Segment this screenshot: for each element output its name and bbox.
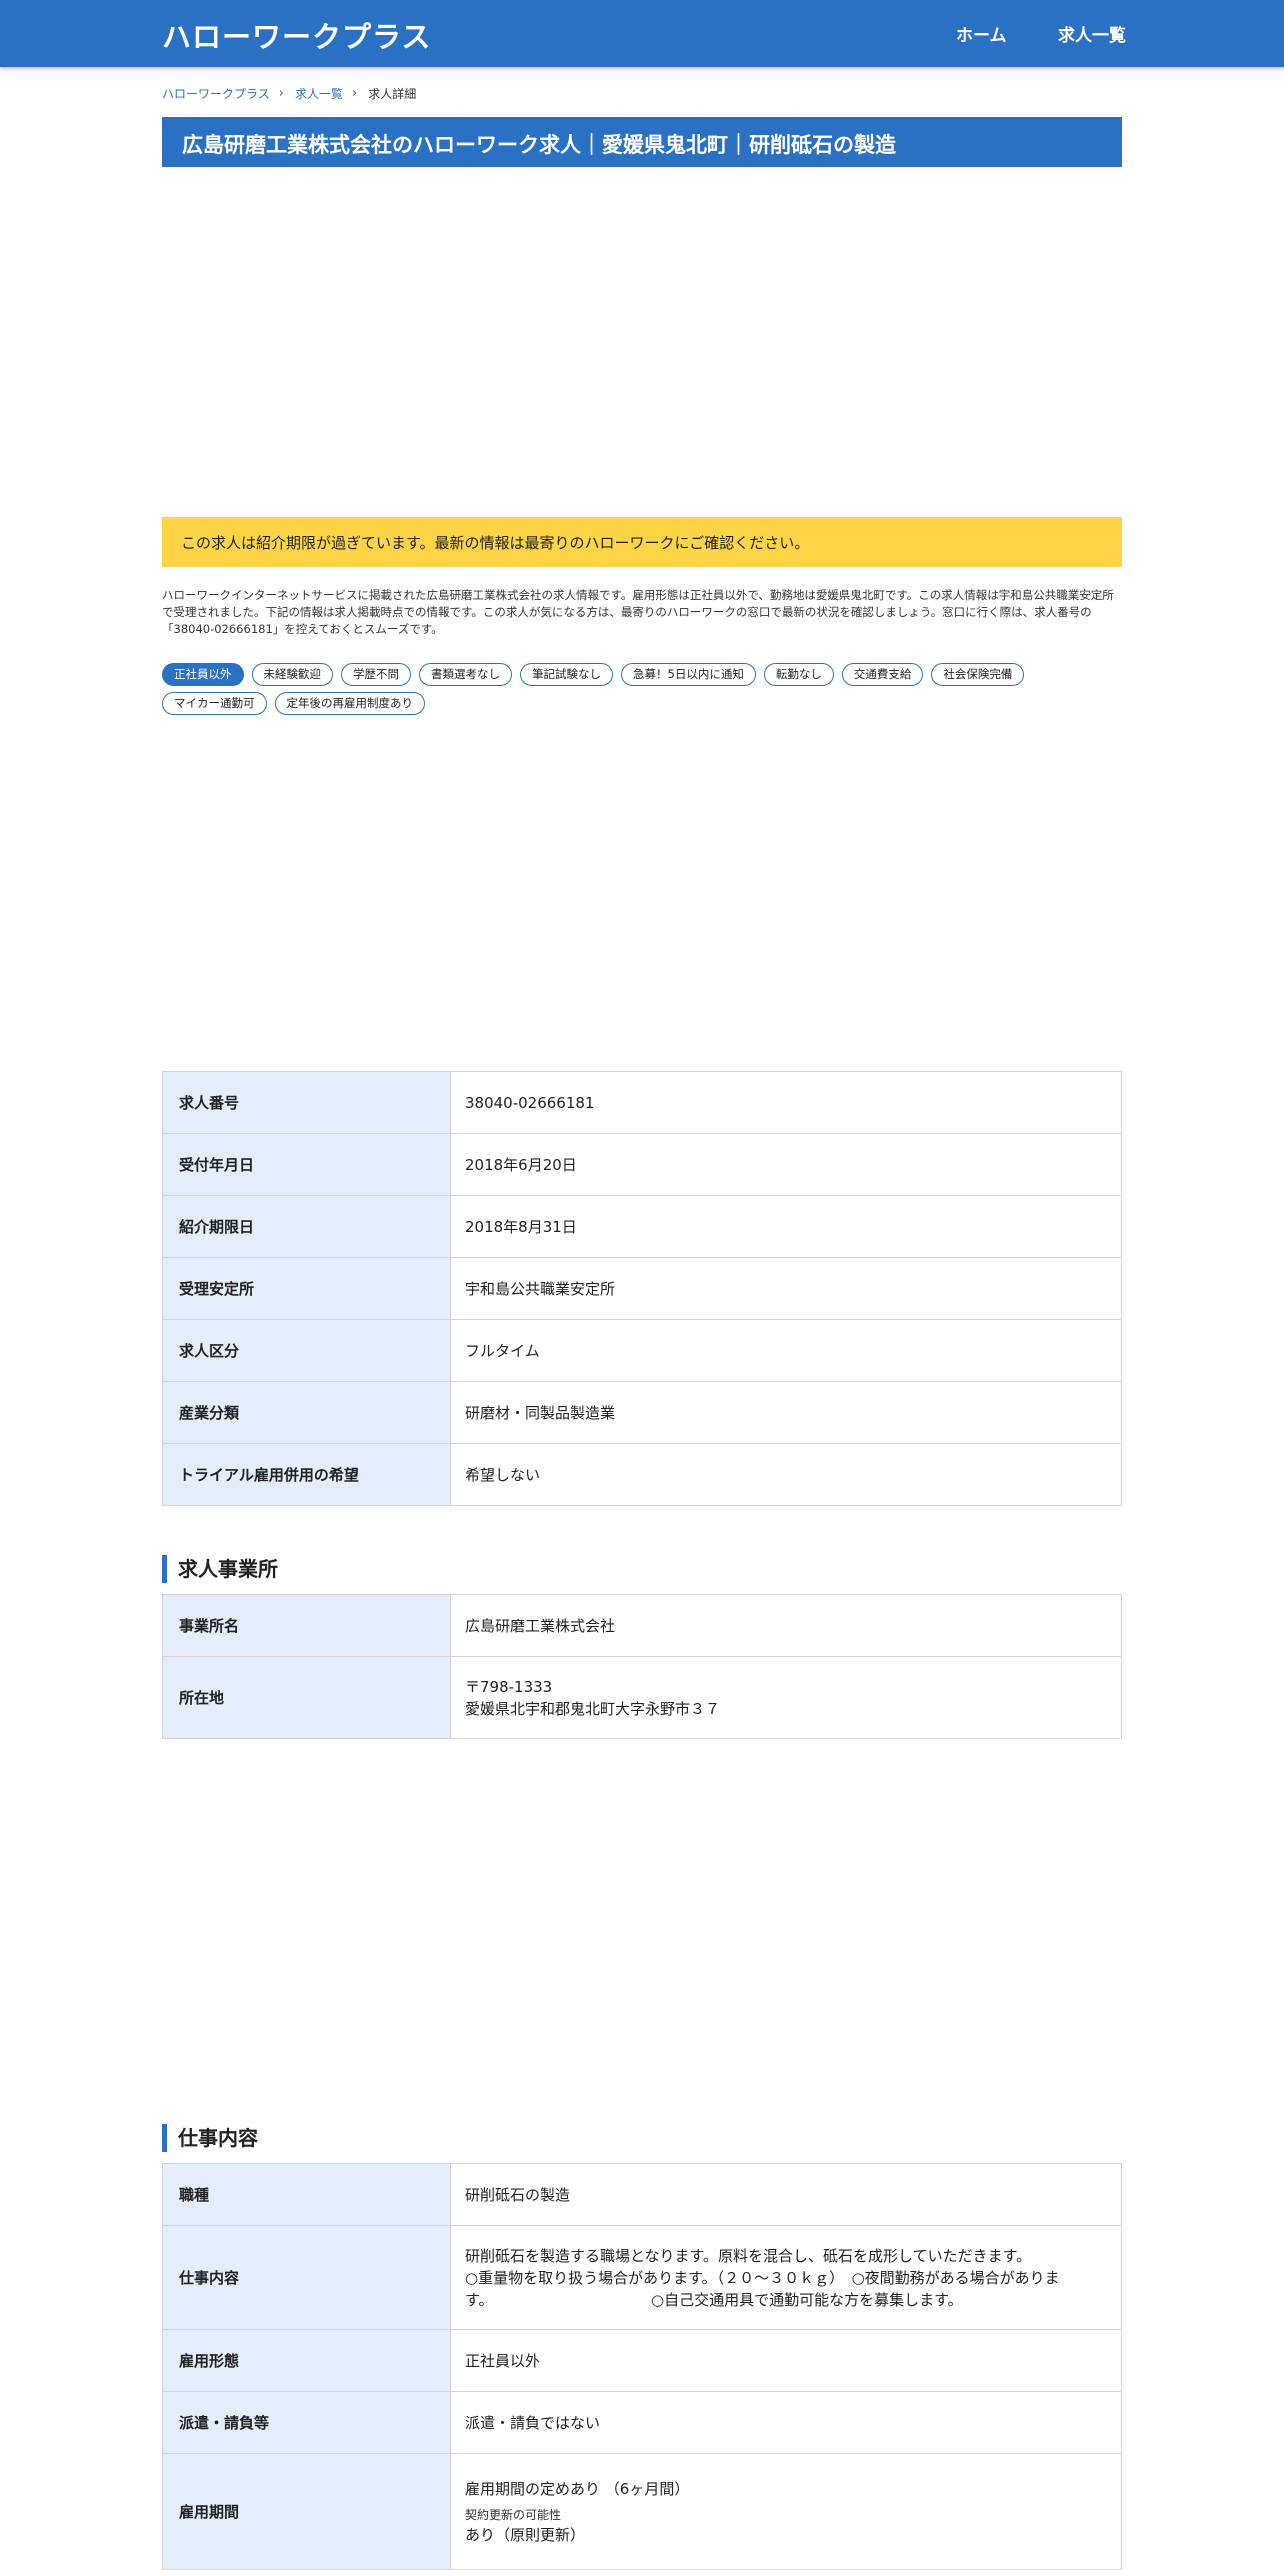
nav-jobs-link[interactable]: 求人一覧 [1058, 21, 1126, 46]
row-label: 紹介期限日 [162, 1195, 451, 1258]
job-content-line: す。 ○自己交通用具で通勤可能な方を募集します。 [465, 2290, 963, 2309]
table-row: 求人番号 38040-02666181 [162, 1071, 1122, 1134]
expired-alert: この求人は紹介期限が過ぎています。最新の情報は最寄りのハローワークにご確認くださ… [162, 517, 1122, 567]
row-label: 所在地 [162, 1656, 451, 1739]
table-row: 受付年月日 2018年6月20日 [162, 1133, 1122, 1196]
table-row: 産業分類 研磨材・同製品製造業 [162, 1381, 1122, 1444]
row-value: 38040-02666181 [450, 1071, 1122, 1134]
table-row: トライアル雇用併用の希望 希望しない [162, 1443, 1122, 1506]
breadcrumb-current: 求人詳細 [368, 87, 417, 101]
row-label: 求人区分 [162, 1319, 451, 1382]
row-label: 雇用期間 [162, 2453, 451, 2570]
office-info-table: 事業所名 広島研磨工業株式会社 所在地 〒798-1333 愛媛県北宇和郡鬼北町… [162, 1594, 1122, 1739]
address-text: 愛媛県北宇和郡鬼北町大字永野市３７ [465, 1699, 721, 1718]
row-value: フルタイム [450, 1319, 1122, 1382]
breadcrumb-list-link[interactable]: 求人一覧 [295, 85, 343, 102]
job-content: 研削砥石を製造する職場となります。原料を混合し、砥石を成形していただきます。 ○… [450, 2225, 1122, 2330]
row-value: 2018年8月31日 [450, 1195, 1122, 1258]
breadcrumb-home-link[interactable]: ハローワークプラス [162, 85, 270, 102]
row-label: 仕事内容 [162, 2225, 451, 2330]
table-row: 職種 研削砥石の製造 [162, 2163, 1122, 2226]
site-header: ハローワークプラス ホーム 求人一覧 [0, 0, 1284, 67]
chevron-right-icon: › [278, 86, 284, 101]
tag: 転勤なし [763, 663, 834, 686]
row-label: トライアル雇用併用の希望 [162, 1443, 451, 1506]
table-row: 仕事内容 研削砥石を製造する職場となります。原料を混合し、砥石を成形していただき… [162, 2225, 1122, 2330]
row-value: 研磨材・同製品製造業 [450, 1381, 1122, 1444]
row-value: 正社員以外 [450, 2329, 1122, 2392]
table-row: 派遣・請負等 派遣・請負ではない [162, 2391, 1122, 2454]
row-value: 研削砥石の製造 [450, 2163, 1122, 2226]
row-label: 産業分類 [162, 1381, 451, 1444]
page-title: 広島研磨工業株式会社のハローワーク求人｜愛媛県鬼北町｜研削砥石の製造 [182, 133, 896, 157]
row-label: 受理安定所 [162, 1257, 451, 1320]
row-value: 宇和島公共職業安定所 [450, 1257, 1122, 1320]
row-value: 希望しない [450, 1443, 1122, 1506]
tag: 学歴不問 [341, 663, 411, 686]
period-value: 雇用期間の定めあり （6ヶ月間） [465, 2479, 690, 2498]
row-label: 受付年月日 [162, 1133, 451, 1196]
job-section-heading: 仕事内容 [162, 2124, 258, 2152]
renewal-value: あり（原則更新） [465, 2525, 586, 2544]
table-row: 雇用形態 正社員以外 [162, 2329, 1122, 2392]
chevron-right-icon: › [351, 86, 358, 101]
employment-period: 雇用期間の定めあり （6ヶ月間） 契約更新の可能性 あり（原則更新） [450, 2453, 1122, 2570]
postal-code: 〒798-1333 [465, 1677, 553, 1696]
row-label: 事業所名 [162, 1594, 451, 1657]
tag: 書類選考なし [419, 663, 512, 686]
office-name: 広島研磨工業株式会社 [450, 1594, 1122, 1657]
breadcrumb: ハローワークプラス › 求人一覧 › 求人詳細 [162, 85, 416, 102]
table-row: 所在地 〒798-1333 愛媛県北宇和郡鬼北町大字永野市３７ [162, 1656, 1122, 1739]
tag: 筆記試験なし [520, 663, 613, 686]
tag: 交通費支給 [841, 663, 924, 686]
office-section-heading: 求人事業所 [162, 1555, 278, 1583]
row-label: 雇用形態 [162, 2329, 451, 2392]
page-title-bar: 広島研磨工業株式会社のハローワーク求人｜愛媛県鬼北町｜研削砥石の製造 [162, 117, 1122, 167]
basic-info-table: 求人番号 38040-02666181 受付年月日 2018年6月20日 紹介期… [162, 1071, 1122, 1506]
job-content-line: 研削砥石を製造する職場となります。原料を混合し、砥石を成形していただきます。 [465, 2246, 1032, 2265]
tag: 定年後の再雇用制度あり [274, 692, 425, 715]
row-label: 求人番号 [162, 1071, 451, 1134]
table-row: 求人区分 フルタイム [162, 1319, 1122, 1382]
table-row: 雇用期間 雇用期間の定めあり （6ヶ月間） 契約更新の可能性 あり（原則更新） [162, 2453, 1122, 2570]
office-address: 〒798-1333 愛媛県北宇和郡鬼北町大字永野市３７ [450, 1656, 1122, 1739]
site-logo[interactable]: ハローワークプラス [162, 14, 431, 56]
feature-tags: 正社員以外 未経験歓迎 学歴不問 書類選考なし 筆記試験なし 急募！5日以内に通… [162, 663, 1122, 715]
table-row: 受理安定所 宇和島公共職業安定所 [162, 1257, 1122, 1320]
row-label: 派遣・請負等 [162, 2391, 451, 2454]
tag: 未経験歓迎 [251, 663, 333, 686]
row-value: 派遣・請負ではない [450, 2391, 1122, 2454]
nav-home-link[interactable]: ホーム [956, 21, 1007, 46]
alert-text: この求人は紹介期限が過ぎています。最新の情報は最寄りのハローワークにご確認くださ… [181, 534, 810, 552]
job-info-table: 職種 研削砥石の製造 仕事内容 研削砥石を製造する職場となります。原料を混合し、… [162, 2163, 1122, 2570]
row-value: 2018年6月20日 [450, 1133, 1122, 1196]
tag: 正社員以外 [162, 663, 244, 686]
renewal-label: 契約更新の可能性 [465, 2507, 562, 2522]
table-row: 事業所名 広島研磨工業株式会社 [162, 1594, 1122, 1657]
row-label: 職種 [162, 2163, 451, 2226]
tag: 社会保険完備 [931, 663, 1025, 686]
tag: マイカー通勤可 [162, 692, 267, 715]
tag: 急募！5日以内に通知 [621, 663, 756, 686]
table-row: 紹介期限日 2018年8月31日 [162, 1195, 1122, 1258]
job-content-line: ○重量物を取り扱う場合があります。（２０～３０ｋｇ） ○夜間勤務がある場合があり… [465, 2268, 1060, 2287]
job-description-intro: ハローワークインターネットサービスに掲載された広島研磨工業株式会社の求人情報です… [162, 588, 1114, 636]
